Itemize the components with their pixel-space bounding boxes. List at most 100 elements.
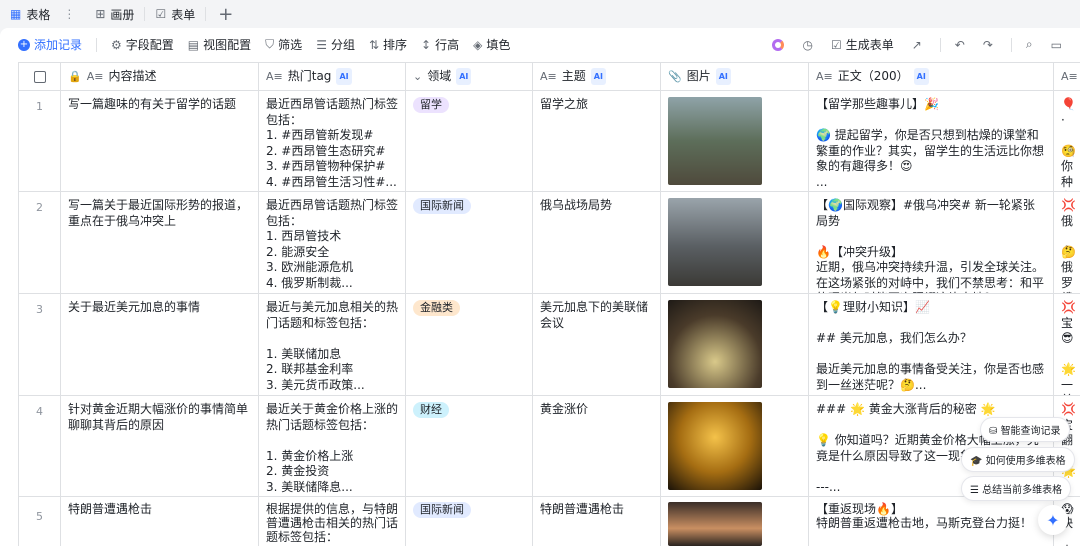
topic-cell[interactable]: 留学之旅 bbox=[533, 91, 661, 191]
plus-circle-icon: + bbox=[18, 38, 30, 51]
domain-cell[interactable]: 国际新闻 bbox=[406, 192, 533, 293]
body-cell[interactable]: 【留学那些趣事儿】🎉 🌍 提起留学，你是否只想到枯燥的课堂和繁重的作业？其实，留… bbox=[809, 91, 1054, 191]
domain-chip: 财经 bbox=[413, 402, 449, 418]
history-button[interactable]: ◷ bbox=[802, 38, 812, 52]
image-thumbnail[interactable] bbox=[668, 300, 762, 388]
gallery-icon: ⊞ bbox=[95, 7, 106, 21]
redo-icon: ↷ bbox=[982, 37, 993, 52]
row-number: 5 bbox=[19, 497, 61, 546]
ai-badge: AI bbox=[913, 67, 929, 86]
image-cell[interactable] bbox=[661, 294, 809, 395]
tab-form[interactable]: ☑ 表单 bbox=[145, 0, 205, 28]
share-button[interactable]: ↗ bbox=[912, 38, 922, 52]
database-icon: ⛁ bbox=[989, 426, 1001, 437]
paint-bucket-icon: ◈ bbox=[473, 37, 483, 52]
column-header-image[interactable]: 📎 图片 AI bbox=[661, 63, 809, 90]
view-config-icon: ▤ bbox=[187, 37, 200, 52]
divider bbox=[939, 37, 941, 52]
group-button[interactable]: ☰ 分组 bbox=[316, 36, 355, 53]
table-row[interactable]: 4 针对黄金近期大幅涨价的事情简单聊聊其背后的原因 最近关于黄金价格上涨的热门话… bbox=[19, 396, 1080, 497]
row-height-button[interactable]: ↕ 行高 bbox=[421, 36, 459, 53]
body-cell[interactable]: 【重返现场🔥】 特朗普重返遭枪击地，马斯克登台力挺！ bbox=[809, 497, 1054, 546]
smart-query-history-button[interactable]: ⛁ 智能查询记录 bbox=[980, 417, 1070, 442]
topic-cell[interactable]: 特朗普遭遇枪击 bbox=[533, 497, 661, 546]
add-view-button[interactable]: + bbox=[206, 4, 245, 25]
domain-cell[interactable]: 财经 bbox=[406, 396, 533, 496]
image-thumbnail[interactable] bbox=[668, 502, 762, 546]
tag-cell[interactable]: 最近关于黄金价格上涨的热门话题标签包括： 1. 黄金价格上涨 2. 黄金投资 3… bbox=[259, 396, 406, 496]
tab-gallery[interactable]: ⊞ 画册 bbox=[85, 0, 144, 28]
image-cell[interactable] bbox=[661, 396, 809, 496]
select-all-checkbox[interactable] bbox=[19, 63, 61, 90]
column-header-desc[interactable]: 🔒 A≡ 内容描述 bbox=[61, 63, 259, 90]
undo-button[interactable]: ↶ bbox=[955, 38, 965, 52]
filter-button[interactable]: ⛉ 筛选 bbox=[265, 36, 302, 53]
image-cell[interactable] bbox=[661, 91, 809, 191]
tag-cell[interactable]: 根据提供的信息，与特朗普遭遇枪击相关的热门话题标签包括： bbox=[259, 497, 406, 546]
topic-cell[interactable]: 美元加息下的美联储会议 bbox=[533, 294, 661, 395]
share-icon: ↗ bbox=[911, 37, 922, 52]
desc-cell[interactable]: 特朗普遭遇枪击 bbox=[61, 497, 259, 546]
view-config-button[interactable]: ▤ 视图配置 bbox=[188, 36, 251, 53]
column-header-tag[interactable]: A≡ 热门tag AI bbox=[259, 63, 406, 90]
data-table: 🔒 A≡ 内容描述 A≡ 热门tag AI ⌄ 领域 AI A≡ 主题 AI 📎 图片 AI A≡ 正… bbox=[18, 62, 1080, 546]
redo-button[interactable]: ↷ bbox=[983, 38, 993, 52]
table-panel: + 添加记录 ⚙ 字段配置 ▤ 视图配置 ⛉ 筛选 ☰ 分组 ⇅ 排序 ↕ 行高 ◈ 填色 ◷ … bbox=[0, 28, 1080, 546]
ai-ring-icon bbox=[772, 38, 785, 51]
desc-cell[interactable]: 针对黄金近期大幅涨价的事情简单聊聊其背后的原因 bbox=[61, 396, 259, 496]
topic-cell[interactable]: 黄金涨价 bbox=[533, 396, 661, 496]
ai-badge: AI bbox=[336, 67, 352, 86]
body-cell[interactable]: 【🌍国际观察】#俄乌冲突# 新一轮紧张局势 🔥【冲突升级】 近期，俄乌冲突持续升… bbox=[809, 192, 1054, 293]
domain-cell[interactable]: 金融类 bbox=[406, 294, 533, 395]
tag-cell[interactable]: 最近西昂管话题热门标签包括： 1. 西昂管技术 2. 能源安全 3. 欧洲能源危… bbox=[259, 192, 406, 293]
header-row: 🔒 A≡ 内容描述 A≡ 热门tag AI ⌄ 领域 AI A≡ 主题 AI 📎 图片 AI A≡ 正… bbox=[19, 63, 1080, 91]
divider bbox=[1010, 37, 1012, 52]
desc-cell[interactable]: 关于最近美元加息的事情 bbox=[61, 294, 259, 395]
table-row[interactable]: 5 特朗普遭遇枪击 根据提供的信息，与特朗普遭遇枪击相关的热门话题标签包括： 国… bbox=[19, 497, 1080, 546]
toolbar: + 添加记录 ⚙ 字段配置 ▤ 视图配置 ⛉ 筛选 ☰ 分组 ⇅ 排序 ↕ 行高 ◈ 填色 ◷ … bbox=[0, 28, 1080, 61]
text-field-icon: A≡ bbox=[86, 69, 104, 83]
comment-button[interactable]: ▭ bbox=[1051, 38, 1062, 52]
image-thumbnail[interactable] bbox=[668, 97, 762, 185]
image-thumbnail[interactable] bbox=[668, 198, 762, 286]
extra-cell[interactable]: 💢宝 😎 🌟一 美联 意味 bbox=[1054, 294, 1080, 395]
tab-table[interactable]: ▦ 表格 ⋮ bbox=[0, 0, 86, 28]
extra-cell[interactable]: 🎈 · 🧐你 种有 😜试 bbox=[1054, 91, 1080, 191]
field-config-button[interactable]: ⚙ 字段配置 bbox=[111, 36, 174, 53]
domain-cell[interactable]: 国际新闻 bbox=[406, 497, 533, 546]
fill-color-button[interactable]: ◈ 填色 bbox=[473, 36, 510, 53]
sparkle-icon: ✦ bbox=[1046, 510, 1060, 530]
generate-form-button[interactable]: ☑ 生成表单 bbox=[831, 36, 894, 53]
image-cell[interactable] bbox=[661, 192, 809, 293]
tag-cell[interactable]: 最近与美元加息相关的热门话题和标签包括： 1. 美联储加息 2. 联邦基金利率 … bbox=[259, 294, 406, 395]
table-row[interactable]: 1 写一篇趣味的有关于留学的话题 最近西昂管话题热门标签包括： 1. #西昂管新… bbox=[19, 91, 1080, 192]
domain-cell[interactable]: 留学 bbox=[406, 91, 533, 191]
row-height-icon: ↕ bbox=[421, 37, 432, 52]
more-icon[interactable]: ⋮ bbox=[63, 7, 75, 21]
add-record-button[interactable]: + 添加记录 bbox=[18, 36, 82, 53]
column-header-topic[interactable]: A≡ 主题 AI bbox=[533, 63, 661, 90]
desc-cell[interactable]: 写一篇趣味的有关于留学的话题 bbox=[61, 91, 259, 191]
desc-cell[interactable]: 写一篇关于最近国际形势的报道，重点在于俄乌冲突上 bbox=[61, 192, 259, 293]
ai-assistant-button[interactable] bbox=[772, 38, 785, 51]
image-thumbnail[interactable] bbox=[668, 402, 762, 490]
search-button[interactable]: ⌕ bbox=[1026, 37, 1033, 52]
sort-button[interactable]: ⇅ 排序 bbox=[369, 36, 407, 53]
how-to-use-button[interactable]: 🎓 如何使用多维表格 bbox=[961, 447, 1075, 472]
column-header-extra[interactable]: A≡ bbox=[1054, 63, 1080, 90]
table-row[interactable]: 3 关于最近美元加息的事情 最近与美元加息相关的热门话题和标签包括： 1. 美联… bbox=[19, 294, 1080, 396]
image-cell[interactable] bbox=[661, 497, 809, 546]
list-icon: ☰ bbox=[970, 485, 983, 496]
tag-cell[interactable]: 最近西昂管话题热门标签包括： 1. #西昂管新发现# 2. #西昂管生态研究# … bbox=[259, 91, 406, 191]
column-header-domain[interactable]: ⌄ 领域 AI bbox=[406, 63, 533, 90]
extra-cell[interactable]: 💢俄 🤔 俄罗 俄纵 称俄 bbox=[1054, 192, 1080, 293]
text-field-icon: A≡ bbox=[1061, 69, 1078, 83]
ai-badge: AI bbox=[590, 67, 606, 86]
summarize-table-button[interactable]: ☰ 总结当前多维表格 bbox=[961, 476, 1072, 501]
table-row[interactable]: 2 写一篇关于最近国际形势的报道，重点在于俄乌冲突上 最近西昂管话题热门标签包括… bbox=[19, 192, 1080, 294]
ai-assistant-fab[interactable]: ✦ bbox=[1038, 505, 1068, 535]
search-icon: ⌕ bbox=[1025, 37, 1033, 51]
column-header-body[interactable]: A≡ 正文（200） AI bbox=[809, 63, 1054, 90]
topic-cell[interactable]: 俄乌战场局势 bbox=[533, 192, 661, 293]
body-cell[interactable]: 【💡理财小知识】📈 ## 美元加息，我们怎么办？ 最近美元加息的事情备受关注，你… bbox=[809, 294, 1054, 395]
